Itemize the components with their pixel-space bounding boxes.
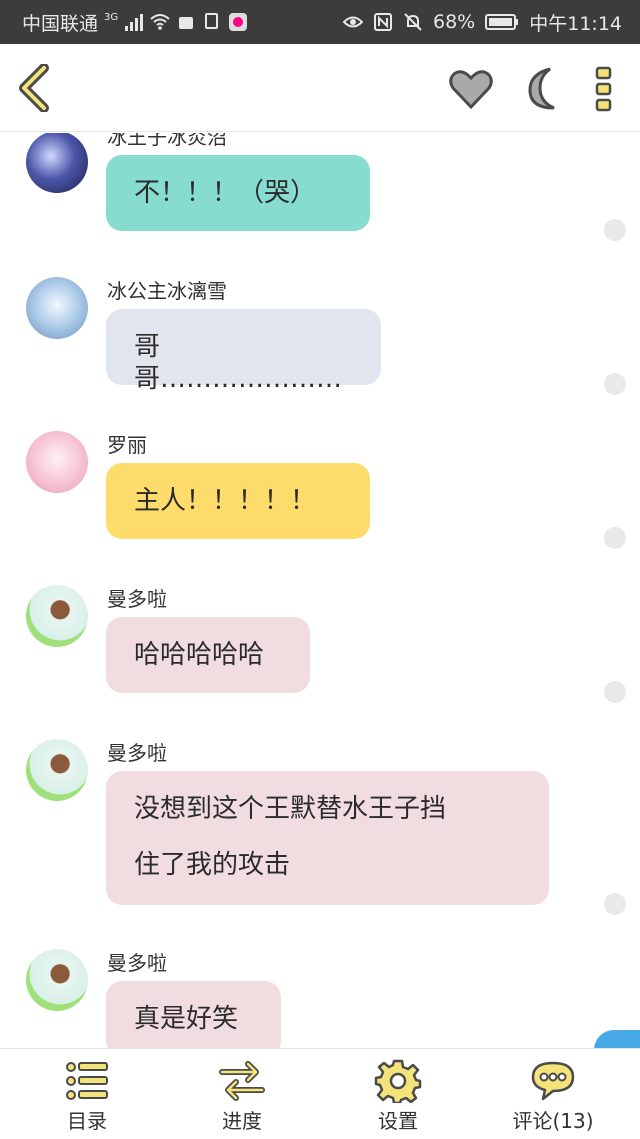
sender-name: 曼多啦	[107, 951, 167, 975]
sender-name: 冰王子冰炎沼	[107, 133, 227, 149]
sender-name: 罗丽	[107, 433, 147, 457]
battery-icon	[485, 14, 519, 30]
tab-label: 设置	[378, 1109, 418, 1133]
avatar[interactable]	[26, 949, 88, 1011]
signal-icon	[125, 14, 144, 31]
carrier-label: 中国联通	[22, 12, 99, 35]
message-text: 哥哥…………………	[134, 332, 343, 394]
tab-label: 评论(13)	[512, 1109, 594, 1133]
swap-arrows-icon	[219, 1061, 265, 1101]
clock: 中午11:14	[529, 12, 622, 35]
heart-icon[interactable]	[448, 66, 494, 112]
message-bubble[interactable]: 哈哈哈哈哈	[106, 617, 310, 693]
list-icon	[66, 1062, 108, 1100]
battery-percent: 68%	[433, 11, 476, 33]
status-bar: 中国联通 3G 68% 中午11:14	[0, 0, 640, 44]
sender-name: 冰公主冰漓雪	[107, 279, 227, 303]
vertical-dots-icon[interactable]	[594, 66, 614, 112]
chevron-left-icon[interactable]	[16, 64, 52, 112]
read-dot	[604, 681, 626, 703]
avatar[interactable]	[26, 739, 88, 801]
reader-toolbar	[0, 44, 640, 132]
chat-list[interactable]: 冰王子冰炎沼 不！！！（哭） 冰公主冰漓雪 哥哥………………… 罗丽 主人！！！…	[0, 133, 640, 1048]
avatar[interactable]	[26, 431, 88, 493]
message-bubble[interactable]: 没想到这个王默替水王子挡 住了我的攻击	[106, 771, 549, 905]
message-text: 哈哈哈哈哈	[134, 640, 265, 670]
speech-bubble-icon	[531, 1061, 575, 1101]
network-type-label: 3G	[104, 11, 119, 23]
tab-label: 进度	[222, 1109, 262, 1133]
eye-icon	[343, 16, 363, 28]
moon-icon[interactable]	[520, 66, 566, 112]
message-text: 真是好笑	[134, 1004, 239, 1034]
avatar[interactable]	[26, 133, 88, 193]
app-badge-icon	[229, 13, 248, 31]
notification-app-icon	[179, 17, 194, 29]
tab-catalog[interactable]: 目录	[7, 1049, 167, 1139]
read-dot	[604, 527, 626, 549]
message-bubble[interactable]: 真是好笑	[106, 981, 281, 1048]
message-text-line: 住了我的攻击	[134, 850, 291, 880]
message-bubble[interactable]: 主人！！！！！	[106, 463, 370, 539]
gear-icon	[374, 1059, 422, 1103]
copy-icon	[205, 13, 219, 29]
mute-bell-icon	[404, 13, 422, 31]
sender-name: 曼多啦	[107, 741, 167, 765]
message-text-line: 没想到这个王默替水王子挡	[134, 794, 447, 824]
avatar[interactable]	[26, 277, 88, 339]
wifi-icon	[150, 14, 170, 30]
message-text: 主人！！！！！	[134, 486, 317, 516]
message-bubble[interactable]: 哥哥…………………	[106, 309, 381, 394]
bottom-tab-bar: 目录 进度 设置 评论(13)	[0, 1048, 640, 1138]
avatar[interactable]	[26, 585, 88, 647]
tab-comments[interactable]: 评论(13)	[473, 1049, 633, 1139]
tab-settings[interactable]: 设置	[318, 1049, 478, 1139]
sender-name: 曼多啦	[107, 587, 167, 611]
read-dot	[604, 219, 626, 241]
read-dot	[604, 373, 626, 395]
message-text: 不！！！（哭）	[134, 178, 317, 208]
nfc-icon	[374, 13, 392, 31]
tab-progress[interactable]: 进度	[162, 1049, 322, 1139]
tab-label: 目录	[67, 1109, 107, 1133]
message-bubble[interactable]: 不！！！（哭）	[106, 155, 370, 231]
read-dot	[604, 893, 626, 915]
